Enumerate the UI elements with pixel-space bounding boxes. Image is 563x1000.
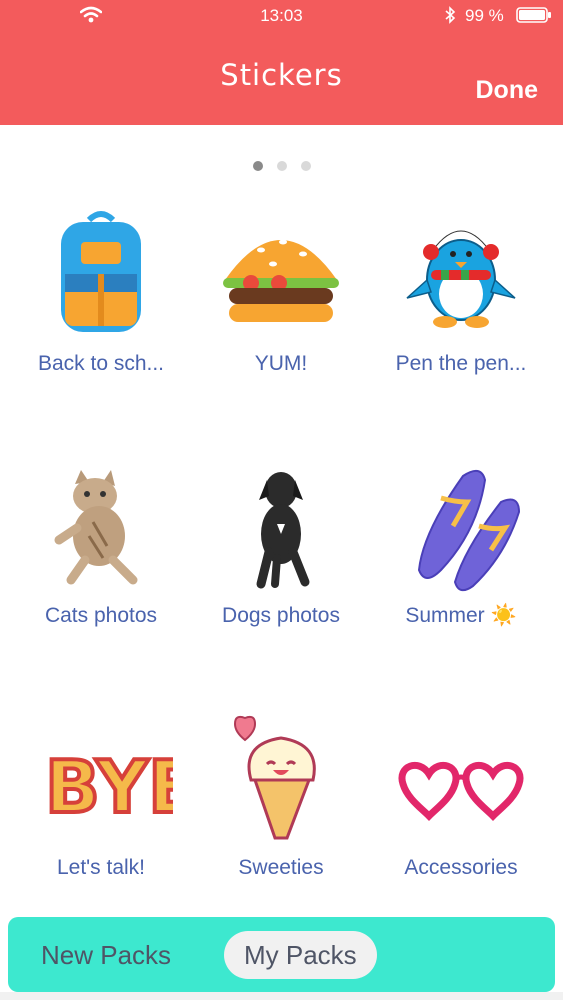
pack-label: YUM! (254, 352, 308, 375)
svg-text:BYE: BYE (45, 745, 173, 829)
pack-lets-talk[interactable]: BYE Let's talk! (11, 714, 191, 914)
done-button[interactable]: Done (476, 76, 539, 105)
pack-accessories[interactable]: Accessories (371, 714, 551, 914)
pack-back-to-school[interactable]: Back to sch... (11, 210, 191, 410)
battery-icon (516, 7, 551, 23)
pack-label: Accessories (404, 856, 518, 879)
backpack-icon (61, 211, 141, 332)
pack-sweeties[interactable]: Sweeties (191, 714, 371, 914)
penguin-icon (406, 227, 516, 328)
pack-tab-bar: New Packs My Packs (8, 917, 555, 992)
pack-label: Sweeties (238, 856, 324, 879)
tab-new-packs[interactable]: New Packs (28, 931, 184, 979)
pack-label: Pen the pen... (395, 352, 527, 375)
flip-flops-icon (417, 469, 521, 592)
dog-icon (256, 472, 310, 589)
pack-label: Let's talk! (56, 856, 146, 879)
page-indicator (0, 161, 563, 171)
pack-dogs-photos[interactable]: Dogs photos (191, 462, 371, 662)
bottom-strip (0, 992, 563, 1000)
pack-label: Dogs photos (222, 604, 340, 627)
pack-label: Cats photos (44, 604, 158, 627)
pack-label: Back to sch... (37, 352, 165, 375)
burger-icon (223, 239, 339, 322)
pack-label: Summer ☀️ (405, 604, 517, 627)
bye-text-icon: BYE (43, 743, 173, 831)
battery-percent: 99 % (465, 6, 504, 25)
page-dot[interactable] (276, 161, 287, 171)
pack-summer[interactable]: Summer ☀️ (371, 462, 551, 662)
status-bar: 13:03 99 % (0, 0, 563, 32)
pack-pen-the-penguin[interactable]: Pen the pen... (371, 210, 551, 410)
pack-yum[interactable]: YUM! (191, 210, 371, 410)
header: 13:03 99 % Stickers Done (0, 0, 563, 125)
ice-cream-icon (233, 715, 316, 840)
heart-glasses-icon (398, 761, 524, 821)
pack-cats-photos[interactable]: Cats photos (11, 462, 191, 662)
page-dot[interactable] (252, 161, 263, 171)
tab-my-packs[interactable]: My Packs (224, 931, 377, 979)
bluetooth-icon (445, 6, 456, 24)
page-dot[interactable] (300, 161, 311, 171)
cat-icon (54, 470, 138, 585)
